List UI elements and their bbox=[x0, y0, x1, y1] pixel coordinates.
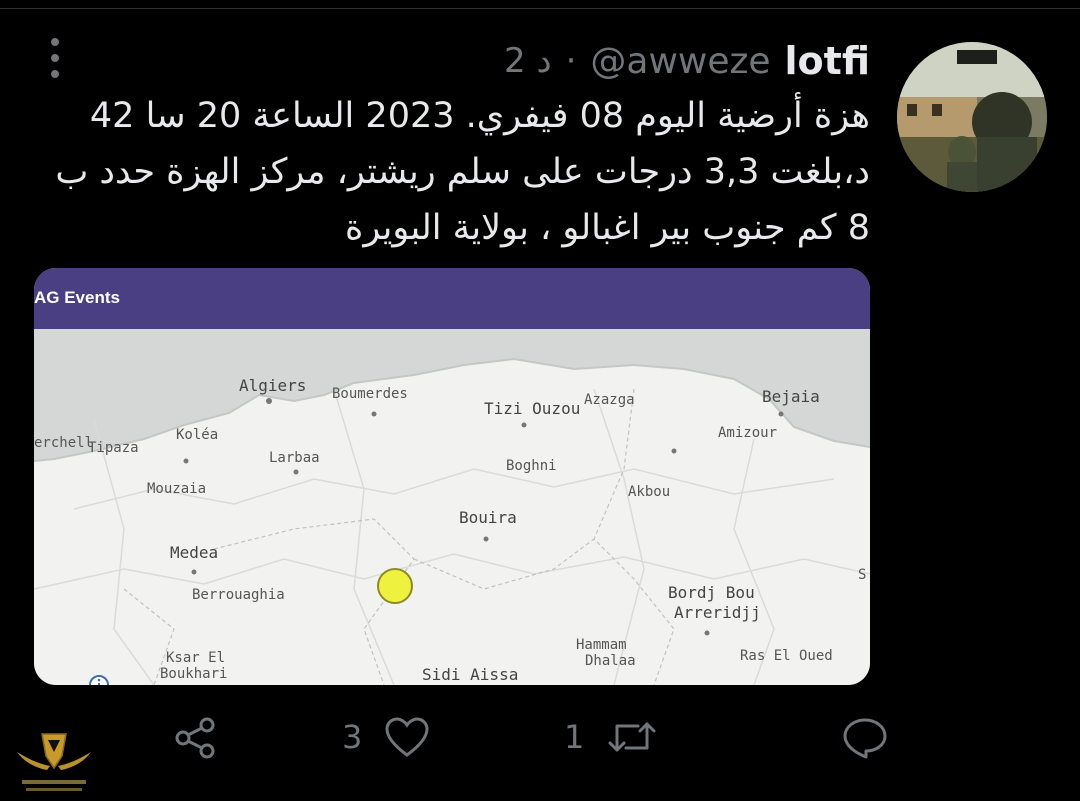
more-options-icon[interactable] bbox=[44, 38, 66, 78]
author-handle[interactable]: @awweze bbox=[590, 41, 770, 82]
map-label-tipaza: Tipaza bbox=[88, 440, 139, 456]
app-title: AG Events bbox=[34, 288, 120, 307]
share-icon bbox=[175, 717, 215, 759]
map-label-hammam-line2: Dhalaa bbox=[585, 653, 636, 669]
tweet-text-line: هزة أرضية اليوم 08 فيفري. 2023 الساعة 20… bbox=[89, 96, 870, 136]
top-divider bbox=[0, 8, 1080, 9]
map-label-ksar-line1: Ksar El bbox=[166, 650, 226, 666]
map-label-bouira: Bouira bbox=[459, 508, 517, 527]
app-bar: AG Events bbox=[34, 268, 870, 329]
author-name[interactable]: lotfi bbox=[785, 39, 870, 83]
tweet-media-image[interactable]: AG Events Algiers Boumerdes Tizi Ouzou A… bbox=[34, 268, 870, 685]
earthquake-marker[interactable] bbox=[377, 568, 413, 604]
map-label-mouzaia: Mouzaia bbox=[147, 481, 207, 497]
heart-icon bbox=[385, 717, 429, 757]
tweet-header: 2 د · @awweze lotfi bbox=[504, 36, 870, 86]
map-label-berrouaghia: Berrouaghia bbox=[192, 587, 285, 603]
retweet-count: 1 bbox=[564, 718, 585, 756]
tweet-text-line: د،بلغت 3,3 درجات على سلم ريشتر، مركز اله… bbox=[55, 152, 870, 192]
map-label-ras-el-oued: Ras El Oued bbox=[740, 648, 833, 664]
map-label-algiers: Algiers bbox=[239, 376, 307, 395]
map-label-sidi-aissa: Sidi Aissa bbox=[422, 665, 519, 684]
map-label-bejaia: Bejaia bbox=[762, 387, 820, 406]
avatar[interactable] bbox=[897, 42, 1047, 192]
reply-button[interactable] bbox=[820, 716, 888, 760]
map-label-boumerdes: Boumerdes bbox=[332, 386, 408, 402]
retweet-icon bbox=[608, 722, 656, 752]
map-label-amizour: Amizour bbox=[718, 425, 778, 441]
timestamp[interactable]: 2 د bbox=[504, 41, 552, 81]
map-label-setif-partial: S bbox=[858, 567, 867, 583]
map-label-tizi-ouzou: Tizi Ouzou bbox=[484, 399, 581, 418]
tweet-text: هزة أرضية اليوم 08 فيفري. 2023 الساعة 20… bbox=[55, 88, 870, 256]
map-label-larbaa: Larbaa bbox=[269, 450, 320, 466]
header-separator: · bbox=[565, 41, 577, 81]
map-label-bordj-line2: Arreridjj bbox=[674, 603, 761, 622]
like-count: 3 bbox=[342, 718, 363, 756]
retweet-button[interactable]: 1 bbox=[564, 716, 658, 758]
map-label-cherchell: erchell bbox=[34, 435, 94, 451]
map-label-bordj-line1: Bordj Bou bbox=[668, 583, 755, 602]
map-background bbox=[34, 329, 870, 685]
map-label-kolea: Koléa bbox=[176, 427, 219, 443]
map-label-azazga: Azazga bbox=[584, 392, 635, 408]
map-label-akbou: Akbou bbox=[628, 484, 671, 500]
share-button[interactable] bbox=[174, 716, 218, 760]
forum-logo-watermark bbox=[17, 733, 91, 791]
map-label-boghni: Boghni bbox=[506, 458, 557, 474]
reply-icon bbox=[843, 718, 887, 759]
info-icon[interactable] bbox=[88, 674, 110, 685]
map-label-medea: Medea bbox=[170, 543, 219, 562]
tweet-text-line: 8 كم جنوب بير اغبالو ، بولاية البويرة bbox=[345, 208, 870, 248]
map-label-hammam-line1: Hammam bbox=[576, 637, 627, 653]
tweet-actions: 3 1 bbox=[0, 712, 1080, 772]
map-label-ksar-line2: Boukhari bbox=[160, 666, 228, 682]
like-button[interactable]: 3 bbox=[342, 716, 430, 758]
